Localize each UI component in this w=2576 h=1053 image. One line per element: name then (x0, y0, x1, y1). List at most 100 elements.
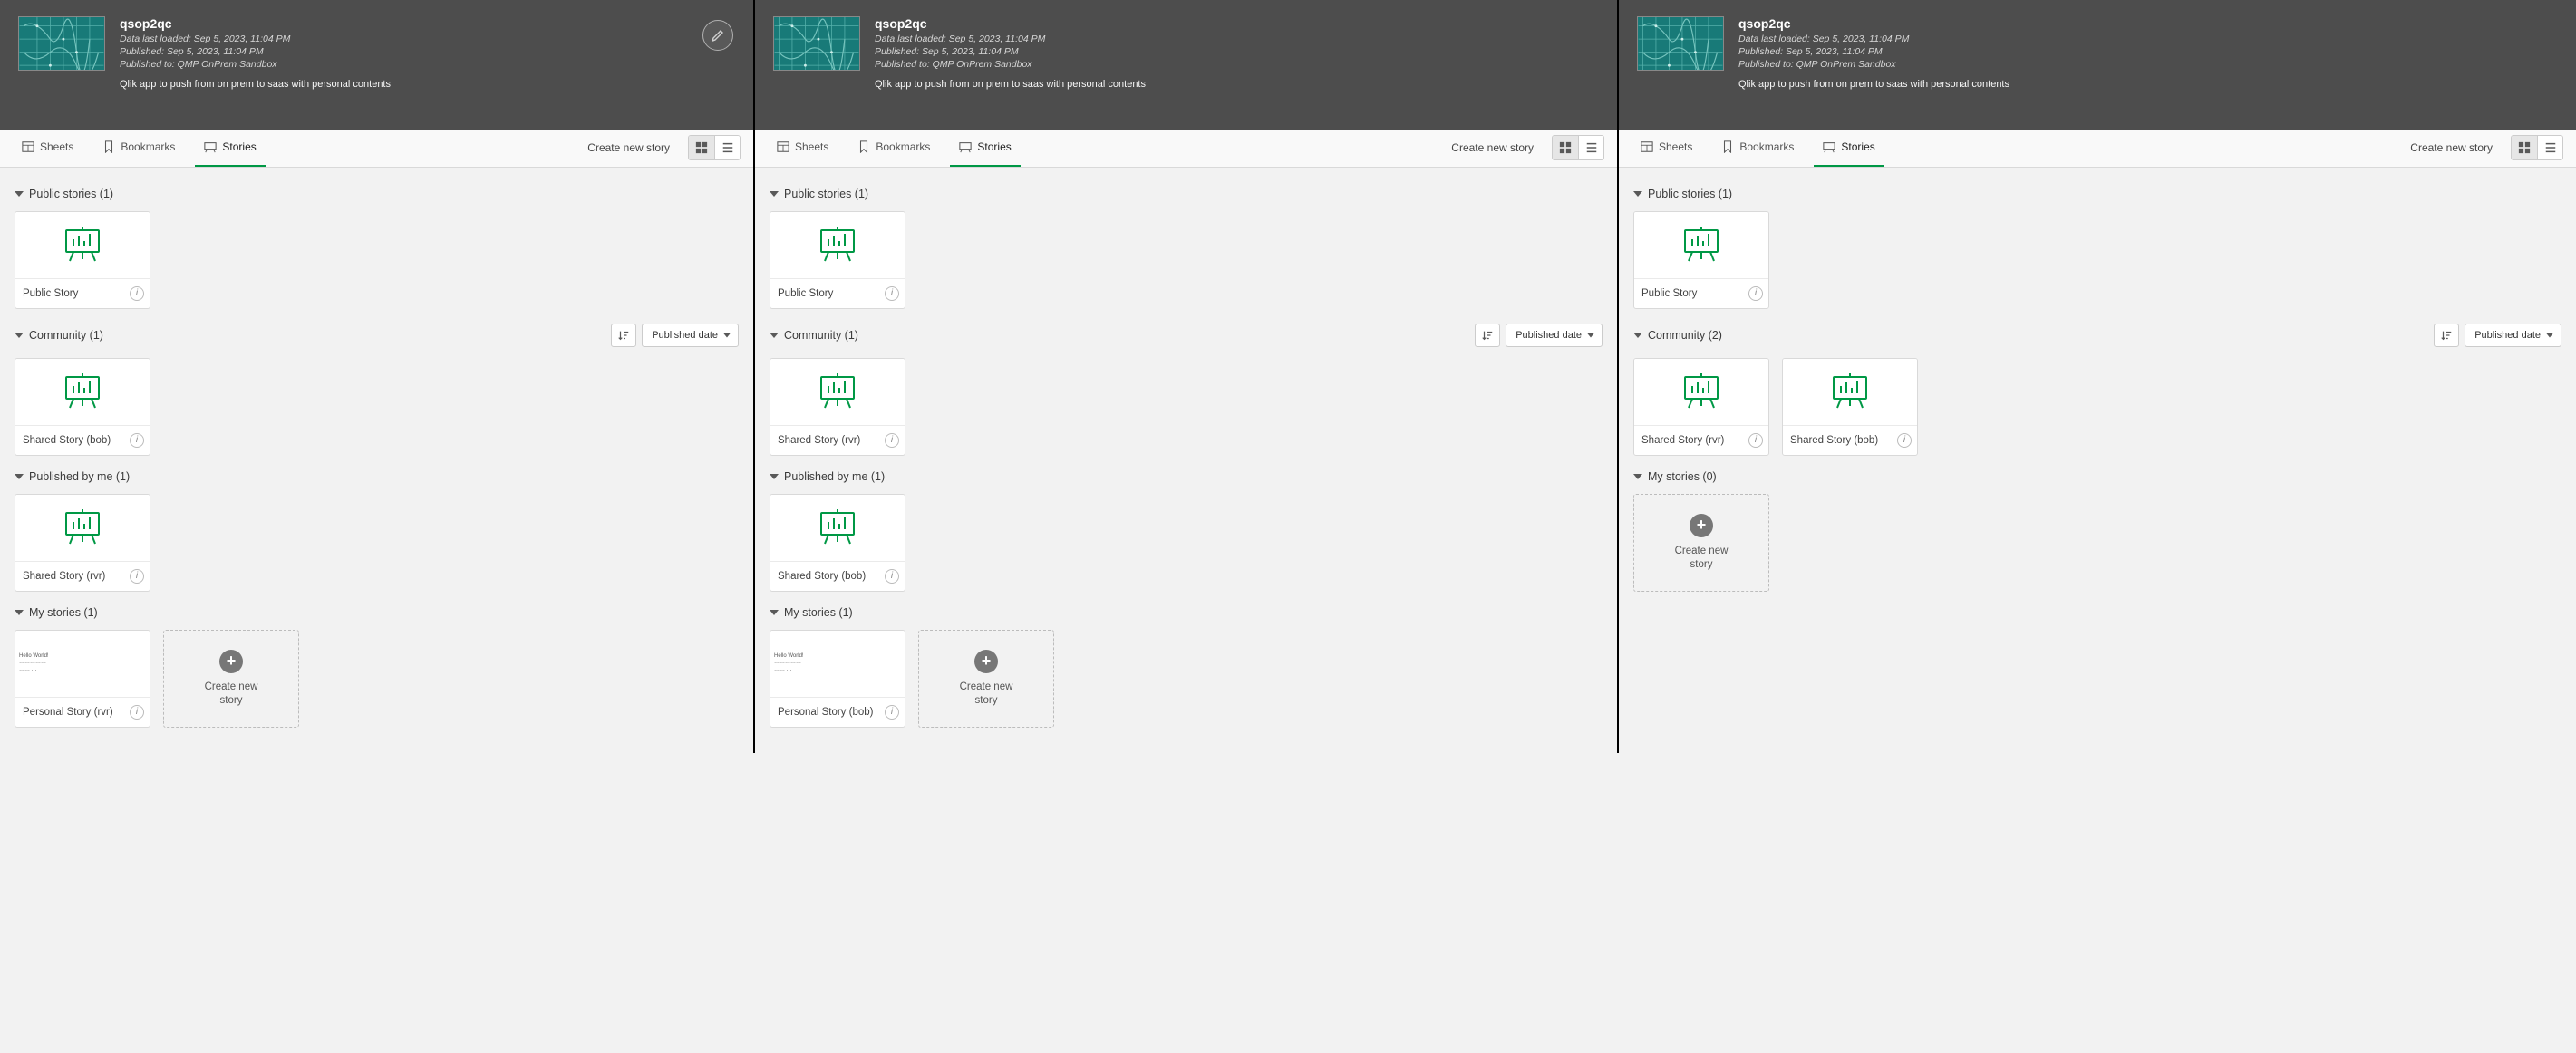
story-card-label: Shared Story (bob) i (1783, 426, 1917, 455)
info-icon[interactable]: i (130, 433, 144, 448)
app-meta-published: Published: Sep 5, 2023, 11:04 PM (1738, 45, 2009, 58)
list-view-button[interactable] (1578, 136, 1603, 159)
info-icon[interactable]: i (1748, 433, 1763, 448)
app-meta-published: Published: Sep 5, 2023, 11:04 PM (120, 45, 391, 58)
section-toggle[interactable]: Community (1) (770, 329, 858, 342)
info-icon[interactable]: i (130, 569, 144, 584)
list-view-button[interactable] (714, 136, 740, 159)
grid-view-button[interactable] (2512, 136, 2537, 159)
create-story-card[interactable]: + Create newstory (918, 630, 1054, 728)
chevron-down-icon (15, 333, 24, 338)
chevron-down-icon (770, 474, 779, 479)
story-card[interactable]: Public Story i (15, 211, 150, 309)
story-card[interactable]: Shared Story (rvr) i (1633, 358, 1769, 456)
plus-icon: + (1690, 514, 1713, 537)
create-story-link[interactable]: Create new story (2399, 141, 2503, 154)
story-card[interactable]: Shared Story (rvr) i (770, 358, 905, 456)
story-card-label: Shared Story (bob) i (15, 426, 150, 455)
info-icon[interactable]: i (885, 433, 899, 448)
create-story-card[interactable]: + Create newstory (163, 630, 299, 728)
tab-stories[interactable]: Stories (195, 129, 265, 167)
create-story-label: Create newstory (205, 681, 258, 708)
info-icon[interactable]: i (885, 286, 899, 301)
app-panel: qsop2qc Data last loaded: Sep 5, 2023, 1… (1619, 0, 2576, 753)
create-story-label: Create newstory (1675, 545, 1729, 572)
tabs-bar: Sheets Bookmarks Stories Create new stor… (0, 130, 753, 168)
app-title: qsop2qc (875, 16, 1146, 31)
info-icon[interactable]: i (130, 286, 144, 301)
chevron-down-icon (1633, 333, 1642, 338)
app-meta-loaded: Data last loaded: Sep 5, 2023, 11:04 PM (120, 33, 391, 45)
story-card-label: Public Story i (770, 279, 905, 308)
section-toggle[interactable]: My stories (0) (1633, 470, 1717, 483)
story-card[interactable]: Shared Story (bob) i (770, 494, 905, 592)
story-card[interactable]: Shared Story (bob) i (15, 358, 150, 456)
chevron-down-icon (770, 333, 779, 338)
app-thumbnail (1637, 16, 1724, 71)
story-thumb (770, 495, 905, 562)
story-card-label: Public Story i (1634, 279, 1768, 308)
tab-bookmarks[interactable]: Bookmarks (93, 129, 184, 167)
sort-direction-button[interactable] (2434, 324, 2459, 347)
chevron-down-icon (1633, 474, 1642, 479)
tab-stories[interactable]: Stories (1814, 129, 1884, 167)
tab-sheets[interactable]: Sheets (768, 129, 838, 167)
info-icon[interactable]: i (130, 705, 144, 720)
story-card[interactable]: Hello World!………………… … Personal Story (rv… (15, 630, 150, 728)
section-toggle[interactable]: Community (1) (15, 329, 103, 342)
grid-view-button[interactable] (689, 136, 714, 159)
section-toggle[interactable]: Published by me (1) (770, 470, 885, 483)
story-thumb (1783, 359, 1917, 426)
tab-sheets[interactable]: Sheets (13, 129, 82, 167)
tab-sheets[interactable]: Sheets (1632, 129, 1701, 167)
tabs-bar: Sheets Bookmarks Stories Create new stor… (755, 130, 1617, 168)
tab-stories[interactable]: Stories (950, 129, 1020, 167)
section-toggle[interactable]: My stories (1) (15, 606, 98, 619)
tab-bookmarks[interactable]: Bookmarks (1712, 129, 1803, 167)
section-toggle[interactable]: Published by me (1) (15, 470, 130, 483)
story-thumb (1634, 212, 1768, 279)
app-meta-published-to: Published to: QMP OnPrem Sandbox (875, 58, 1146, 71)
edit-button[interactable] (702, 20, 733, 51)
create-story-card[interactable]: + Create newstory (1633, 494, 1769, 592)
story-card-label: Shared Story (rvr) i (15, 562, 150, 591)
sort-direction-button[interactable] (1475, 324, 1500, 347)
story-card-label: Shared Story (rvr) i (1634, 426, 1768, 455)
chevron-down-icon (770, 610, 779, 615)
story-card[interactable]: Shared Story (rvr) i (15, 494, 150, 592)
chevron-down-icon (1633, 191, 1642, 197)
app-meta-published: Published: Sep 5, 2023, 11:04 PM (875, 45, 1146, 58)
story-thumb: Hello World!………………… … (15, 631, 150, 698)
section-toggle[interactable]: Community (2) (1633, 329, 1722, 342)
tabs-bar: Sheets Bookmarks Stories Create new stor… (1619, 130, 2576, 168)
view-toggle (1552, 135, 1604, 160)
create-story-link[interactable]: Create new story (576, 141, 681, 154)
chevron-down-icon (15, 191, 24, 197)
tab-bookmarks[interactable]: Bookmarks (848, 129, 939, 167)
story-card[interactable]: Public Story i (770, 211, 905, 309)
app-thumbnail (773, 16, 860, 71)
sort-field-select[interactable]: Published date (2465, 324, 2561, 347)
section-toggle[interactable]: Public stories (1) (15, 188, 113, 200)
story-card-label: Shared Story (bob) i (770, 562, 905, 591)
info-icon[interactable]: i (1897, 433, 1912, 448)
section-toggle[interactable]: My stories (1) (770, 606, 853, 619)
sort-field-select[interactable]: Published date (1506, 324, 1603, 347)
story-card[interactable]: Hello World!………………… … Personal Story (bo… (770, 630, 905, 728)
app-meta-loaded: Data last loaded: Sep 5, 2023, 11:04 PM (875, 33, 1146, 45)
info-icon[interactable]: i (885, 569, 899, 584)
section-toggle[interactable]: Public stories (1) (1633, 188, 1732, 200)
grid-view-button[interactable] (1553, 136, 1578, 159)
list-view-button[interactable] (2537, 136, 2562, 159)
app-header: qsop2qc Data last loaded: Sep 5, 2023, 1… (0, 0, 753, 130)
chevron-down-icon (15, 474, 24, 479)
create-story-link[interactable]: Create new story (1440, 141, 1545, 154)
sort-field-select[interactable]: Published date (642, 324, 739, 347)
info-icon[interactable]: i (1748, 286, 1763, 301)
story-card[interactable]: Public Story i (1633, 211, 1769, 309)
section-toggle[interactable]: Public stories (1) (770, 188, 868, 200)
sort-direction-button[interactable] (611, 324, 636, 347)
info-icon[interactable]: i (885, 705, 899, 720)
app-header: qsop2qc Data last loaded: Sep 5, 2023, 1… (1619, 0, 2576, 130)
story-card[interactable]: Shared Story (bob) i (1782, 358, 1918, 456)
